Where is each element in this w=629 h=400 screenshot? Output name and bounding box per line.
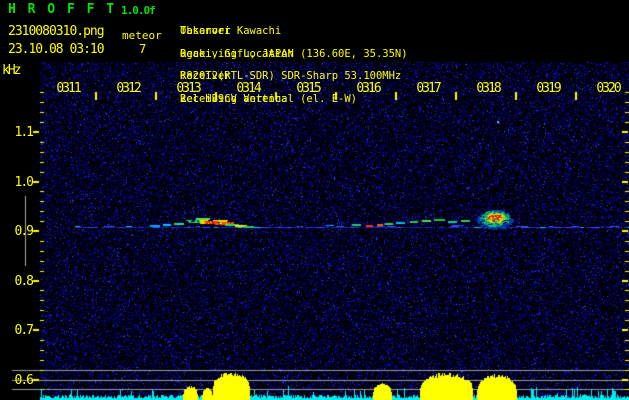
freq-tick-label: 1.0 — [14, 175, 34, 190]
freq-tick-label: 0.6 — [14, 373, 34, 388]
hrofft-screen: H R O F F T 1.0.0f 2310080310.png meteor… — [0, 0, 629, 400]
time-tick-label: 0315 — [296, 81, 321, 96]
station-value: Ogaki, Gifu, JAPAN (136.60E, 35.35N) — [180, 47, 408, 60]
freq-tick-label: 0.8 — [14, 274, 34, 289]
meteor-count-value: 7 — [139, 42, 147, 56]
time-tick-label: 0318 — [476, 81, 501, 96]
time-tick-label: 0320 — [596, 81, 621, 96]
time-tick-label: 0316 — [356, 81, 381, 96]
capture-datetime-label: 23.10.08 03:10 — [8, 42, 105, 57]
frequency-unit-label: kHz — [2, 63, 22, 78]
app-version-label: 1.0.0f — [121, 4, 156, 17]
freq-tick-label: 0.7 — [14, 323, 34, 338]
time-tick-label: 0312 — [116, 81, 141, 96]
freq-tick-label: 1.1 — [14, 125, 34, 140]
time-tick-label: 0319 — [536, 81, 561, 96]
freq-tick-label: 0.9 — [14, 224, 34, 239]
time-tick-label: 0314 — [236, 81, 261, 96]
app-title: H R O F F T — [8, 2, 117, 17]
time-tick-label: 0313 — [176, 81, 201, 96]
time-tick-label: 0317 — [416, 81, 441, 96]
time-tick-label: 0311 — [56, 81, 81, 96]
station-info: Observer: Takanori Kawachi Receiving Loca… — [180, 3, 408, 117]
capture-filename-label: 2310080310.png — [8, 24, 105, 39]
meteor-count-title: meteor — [122, 29, 162, 42]
station-value: Takanori Kawachi — [180, 24, 282, 37]
station-value: 2el-HB9CV Vertical (el. E-W) — [180, 93, 358, 106]
